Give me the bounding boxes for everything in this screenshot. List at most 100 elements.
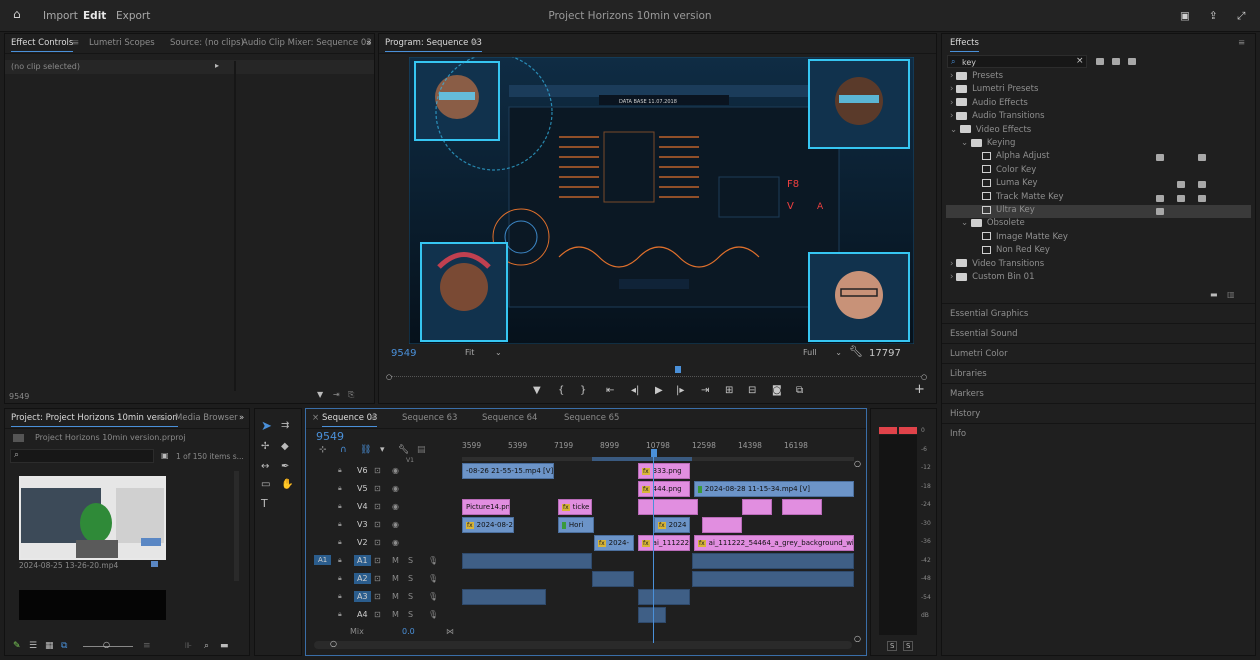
panel-info[interactable]: Info bbox=[942, 423, 1255, 443]
track-name[interactable]: A1 bbox=[354, 555, 371, 566]
eye-icon[interactable]: ◉ bbox=[392, 502, 399, 511]
hand-tool-icon[interactable]: ✋ bbox=[281, 479, 293, 490]
time-ruler[interactable]: 3599 5399 7199 8999 10798 12598 14398 16198 bbox=[462, 437, 854, 459]
sync-lock-icon[interactable]: ⊡ bbox=[374, 502, 381, 511]
tab-menu-icon[interactable]: ≡ bbox=[157, 413, 164, 423]
track-header-a3[interactable]: 🔒︎ A3 ⊡ M S 🎙︎ bbox=[306, 589, 458, 607]
track-name[interactable]: V2 bbox=[354, 537, 371, 548]
panel-history[interactable]: History bbox=[942, 403, 1255, 423]
tab-effect-controls[interactable]: Effect Controls bbox=[11, 38, 74, 52]
clip-v4-a[interactable]: Picture14.png bbox=[462, 499, 510, 515]
clip-v6-a[interactable]: -08-26 21-55-15.mp4 [V] bbox=[462, 463, 554, 479]
tab-audio-clip-mixer[interactable]: Audio Clip Mixer: Sequence 03 bbox=[242, 38, 372, 48]
nest-icon[interactable]: ⊹ bbox=[319, 445, 327, 455]
fit-dropdown[interactable]: Fit ⌄ bbox=[465, 348, 502, 357]
more-tabs-icon[interactable]: » bbox=[239, 413, 244, 423]
quality-dropdown[interactable]: Full ⌄ bbox=[803, 348, 842, 357]
track-header-v4[interactable]: 🔒︎ V4 ⊡ ◉ bbox=[306, 499, 458, 517]
lock-icon[interactable]: 🔒︎ bbox=[338, 538, 342, 547]
solo-button[interactable]: S bbox=[408, 556, 413, 565]
vertical-zoom-icon[interactable]: ○ bbox=[854, 459, 861, 468]
sync-lock-icon[interactable]: ⊡ bbox=[374, 538, 381, 547]
scrollbar[interactable] bbox=[234, 471, 239, 581]
panel-menu-icon[interactable]: ≡ bbox=[1238, 38, 1245, 48]
eye-icon[interactable]: ◉ bbox=[392, 484, 399, 493]
bin-icon[interactable]: ▣ bbox=[161, 451, 169, 460]
workspaces-icon[interactable]: ▣ bbox=[1180, 10, 1190, 22]
solo-right-button[interactable]: S bbox=[903, 641, 914, 651]
slip-tool-icon[interactable]: ↔ bbox=[261, 461, 269, 472]
effects-tree-item[interactable]: Non Red Key bbox=[946, 245, 1251, 258]
more-tabs-icon[interactable]: » bbox=[366, 38, 371, 48]
32bit-filter-icon[interactable] bbox=[1112, 58, 1120, 65]
type-tool-icon[interactable]: T bbox=[261, 497, 268, 510]
effects-tree-item[interactable]: Ultra Key bbox=[946, 205, 1251, 218]
lock-icon[interactable]: 🔒︎ bbox=[338, 574, 342, 583]
clip-v5-a[interactable]: fx 444.png bbox=[638, 481, 690, 497]
tab-sequence-65[interactable]: Sequence 65 bbox=[564, 413, 619, 423]
tab-effects[interactable]: Effects bbox=[950, 38, 979, 52]
tab-sequence-64[interactable]: Sequence 64 bbox=[482, 413, 537, 423]
go-to-out-icon[interactable]: ⇥ bbox=[701, 385, 709, 396]
mark-in-icon[interactable]: { bbox=[558, 385, 564, 396]
tab-project[interactable]: Project: Project Horizons 10min version bbox=[11, 413, 178, 427]
sync-lock-icon[interactable]: ⊡ bbox=[374, 610, 381, 619]
new-bin-icon[interactable]: ▬ bbox=[220, 641, 229, 651]
razor-tool-icon[interactable]: ◆ bbox=[281, 441, 289, 452]
delete-icon[interactable]: ▥ bbox=[1227, 290, 1235, 299]
track-header-v2[interactable]: 🔒︎ V2 ⊡ ◉ bbox=[306, 535, 458, 553]
clip-v6-b[interactable]: fx 333.png bbox=[638, 463, 690, 479]
pen-tool-icon[interactable]: ✒ bbox=[281, 461, 289, 472]
snap-icon[interactable]: ∩ bbox=[340, 445, 347, 455]
clip-v3-d[interactable] bbox=[702, 517, 742, 533]
audio-clip-a3-a[interactable] bbox=[462, 589, 546, 605]
eye-icon[interactable]: ◉ bbox=[392, 466, 399, 475]
expand-arrow-icon[interactable]: ▸ bbox=[215, 61, 219, 70]
rectangle-tool-icon[interactable]: ▭ bbox=[261, 479, 270, 490]
tab-media-browser[interactable]: Media Browser bbox=[175, 413, 238, 423]
solo-left-button[interactable]: S bbox=[887, 641, 898, 651]
timeline-playhead-head[interactable] bbox=[651, 449, 657, 457]
effects-tree-item[interactable]: › Video Transitions bbox=[946, 259, 1251, 272]
mix-end-icon[interactable]: ⋈ bbox=[446, 627, 454, 636]
linked-selection-icon[interactable]: ⛓ bbox=[360, 445, 371, 455]
project-search-input[interactable]: ⌕ bbox=[10, 449, 154, 463]
source-patch-a1[interactable]: A1 bbox=[314, 555, 332, 565]
clip-v2-a[interactable]: fx 2024- bbox=[594, 535, 634, 551]
lock-icon[interactable]: 🔒︎ bbox=[338, 592, 342, 601]
sync-lock-icon[interactable]: ⊡ bbox=[374, 556, 381, 565]
zoom-handle-left-icon[interactable]: ○ bbox=[386, 373, 392, 381]
captions-icon[interactable]: ▤ bbox=[417, 445, 426, 455]
chevron-down-icon[interactable]: ⌄ bbox=[961, 138, 971, 148]
chevron-down-icon[interactable]: ⌄ bbox=[950, 125, 960, 135]
settings-wrench-icon[interactable]: 🔧︎ bbox=[398, 445, 409, 455]
track-name[interactable]: V5 bbox=[354, 483, 371, 494]
wrench-icon[interactable]: 🔧︎ bbox=[849, 345, 863, 358]
microphone-icon[interactable]: 🎙︎ bbox=[428, 574, 438, 583]
effects-tree-item[interactable]: › Custom Bin 01 bbox=[946, 272, 1251, 285]
export-frame-icon[interactable]: ⇥ bbox=[333, 390, 340, 399]
step-forward-icon[interactable]: |▸ bbox=[676, 385, 684, 396]
program-timecode[interactable]: 9549 bbox=[391, 348, 416, 359]
effects-search-input[interactable] bbox=[962, 57, 1062, 67]
go-to-in-icon[interactable]: ⇤ bbox=[606, 385, 614, 396]
tab-source[interactable]: Source: (no clips) bbox=[170, 38, 244, 48]
timeline-timecode[interactable]: 9549 bbox=[316, 430, 344, 443]
lock-icon[interactable]: 🔒︎ bbox=[338, 466, 342, 475]
lock-icon[interactable]: 🔒︎ bbox=[338, 610, 342, 619]
panel-libraries[interactable]: Libraries bbox=[942, 363, 1255, 383]
mute-button[interactable]: M bbox=[392, 556, 399, 565]
track-name[interactable]: A4 bbox=[354, 609, 371, 620]
clip-v2-b[interactable]: fx ai_111222_ bbox=[638, 535, 690, 551]
solo-button[interactable]: S bbox=[408, 592, 413, 601]
list-view-icon[interactable]: ☰ bbox=[29, 641, 37, 651]
ripple-edit-tool-icon[interactable]: ✢ bbox=[261, 441, 269, 452]
sync-lock-icon[interactable]: ⊡ bbox=[374, 466, 381, 475]
add-marker-icon[interactable]: ▾ bbox=[380, 445, 385, 455]
effects-tree-item[interactable]: ⌄ Video Effects bbox=[946, 125, 1251, 138]
clip-v4-b[interactable]: fx ticke bbox=[558, 499, 592, 515]
selection-tool-icon[interactable]: ➤ bbox=[261, 419, 272, 434]
share-icon[interactable]: ⇪ bbox=[1209, 10, 1218, 22]
track-name[interactable]: A3 bbox=[354, 591, 371, 602]
microphone-icon[interactable]: 🎙︎ bbox=[428, 592, 438, 601]
